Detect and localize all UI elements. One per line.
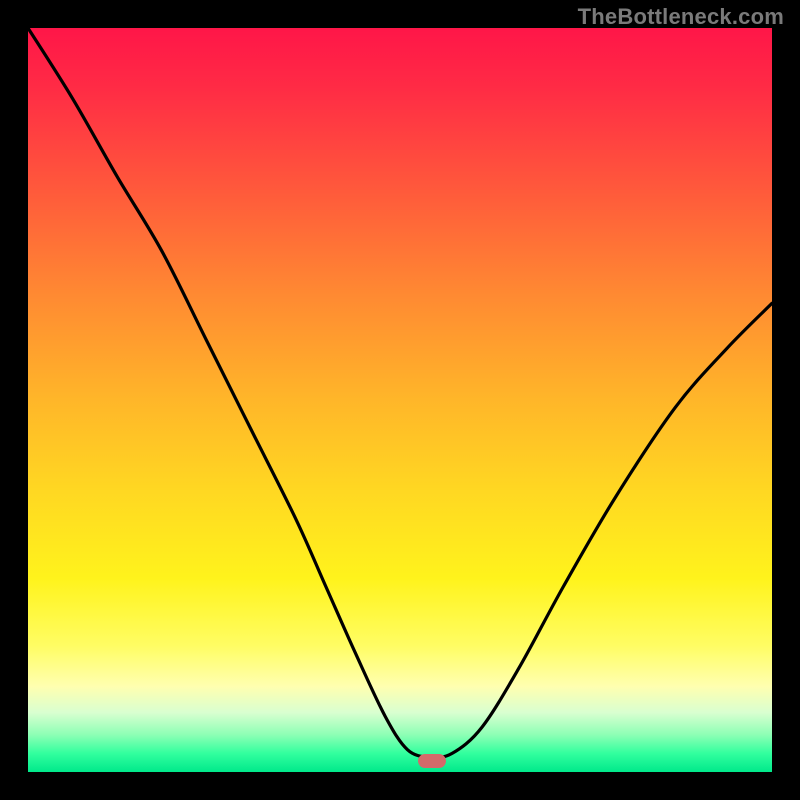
watermark-text: TheBottleneck.com	[578, 4, 784, 30]
bottleneck-curve-path	[28, 28, 772, 758]
chart-frame: TheBottleneck.com	[0, 0, 800, 800]
bottleneck-line-plot	[28, 28, 772, 772]
optimal-marker-icon	[418, 754, 446, 768]
plot-area	[28, 28, 772, 772]
